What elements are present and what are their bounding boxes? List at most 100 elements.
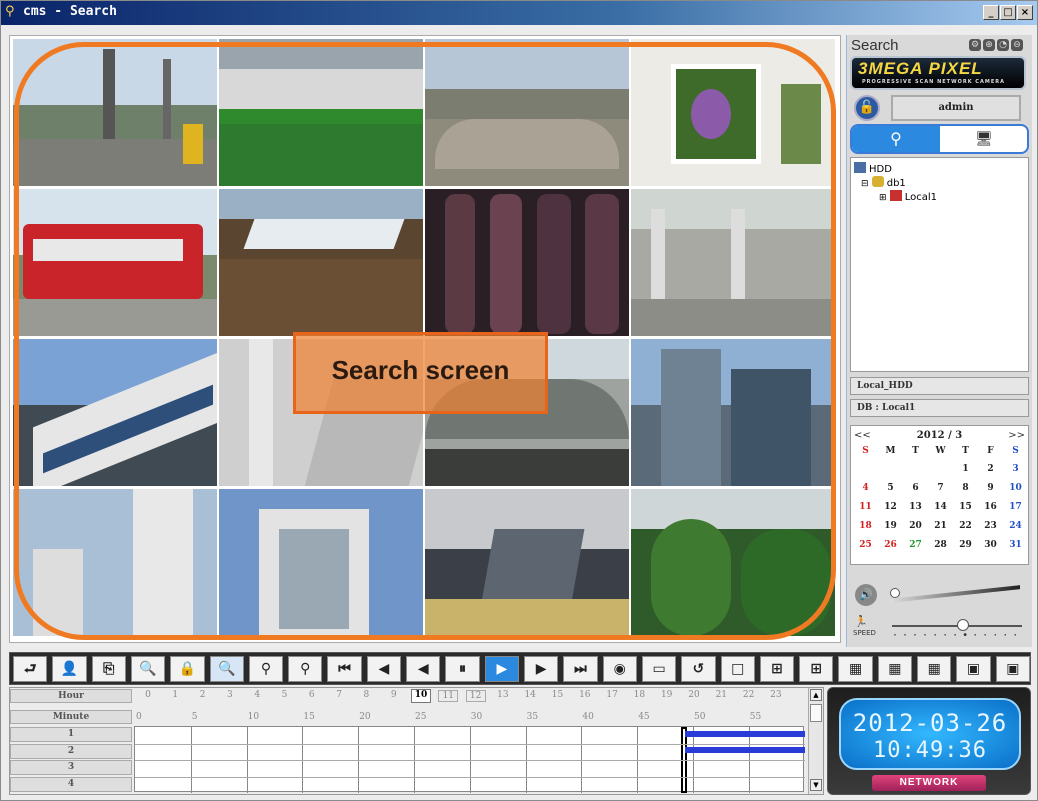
export-button[interactable]: ⮐ [13,656,48,682]
camera-tile[interactable] [631,489,835,636]
scroll-down-icon[interactable]: ▼ [810,779,822,791]
camera-tile[interactable] [13,189,217,336]
camera-tile[interactable] [425,39,629,186]
hour-cell[interactable]: 23 [766,690,786,700]
hour-cell[interactable]: 11 [438,690,459,702]
camera-tile[interactable] [219,39,423,186]
hour-cell[interactable]: 7 [329,690,349,700]
camera-tile[interactable] [13,339,217,486]
hour-cell[interactable]: 20 [684,690,704,700]
volume-slider-handle[interactable] [890,588,900,598]
settings-icon[interactable]: ⚙ [969,39,981,51]
calendar-day[interactable]: 27 [903,540,928,555]
calendar-day[interactable]: 17 [1003,502,1028,517]
close-button[interactable]: × [1017,5,1033,20]
calendar-day[interactable]: 13 [903,502,928,517]
calendar-day[interactable]: 14 [928,502,953,517]
first-frame-button[interactable]: ⏮ [327,656,362,682]
login-lock-button[interactable]: 🔓 [854,95,880,121]
expand-icon[interactable]: ⊞ [879,193,887,203]
calendar-day[interactable]: 20 [903,521,928,536]
refresh-button[interactable]: ↺ [681,656,716,682]
calendar-day[interactable]: 19 [878,521,903,536]
layout-8-button[interactable]: ▦ [917,656,952,682]
calendar-day[interactable]: 6 [903,483,928,498]
calendar-day[interactable]: 10 [1003,483,1028,498]
layout-1-button[interactable]: □ [720,656,755,682]
speaker-icon[interactable]: 🔊 [855,584,877,606]
hour-cell[interactable]: 15 [548,690,568,700]
tree-node-hdd[interactable]: HDD [854,162,892,175]
calendar-day[interactable]: 9 [978,483,1003,498]
minimize-button[interactable]: _ [983,5,999,20]
calendar-day[interactable]: 12 [878,502,903,517]
tree-node-local1[interactable]: ⊞ Local1 [879,190,937,203]
calendar-next-button[interactable]: >> [1008,430,1025,441]
calendar-day[interactable]: 1 [953,464,978,479]
calendar-day[interactable]: 15 [953,502,978,517]
snapshot-button[interactable]: ◉ [602,656,637,682]
camera-tile[interactable] [425,189,629,336]
hour-cell[interactable]: 12 [465,690,486,702]
hour-cell[interactable]: 2 [193,690,213,700]
step-back-button[interactable]: ◀ [366,656,402,682]
camera-tile[interactable] [631,39,835,186]
hour-cell[interactable]: 5 [275,690,295,700]
camera-tile[interactable] [631,339,835,486]
calendar-day[interactable]: 11 [853,502,878,517]
close-panel-icon[interactable]: ⊖ [1011,39,1023,51]
backup-button[interactable]: ⎘ [91,656,126,682]
lock-button[interactable]: 🔒 [170,656,205,682]
maximize-button[interactable]: □ [1000,5,1016,20]
network-button[interactable]: NETWORK [872,775,986,791]
calendar-day[interactable]: 23 [978,521,1003,536]
hour-cell[interactable]: 0 [138,690,158,700]
calendar-day[interactable]: 7 [928,483,953,498]
recording-grid[interactable] [134,726,805,793]
calendar-day[interactable]: 31 [1003,540,1028,555]
hour-cell[interactable]: 3 [220,690,240,700]
layout-6-button[interactable]: ▦ [877,656,913,682]
hour-cell[interactable]: 6 [302,690,322,700]
camera-tile[interactable] [425,489,629,636]
calendar-day[interactable]: 29 [953,540,978,555]
hour-cell[interactable]: 10 [411,689,431,703]
options-icon[interactable]: ⊕ [983,39,995,51]
calendar-day[interactable]: 16 [978,502,1003,517]
hour-cell[interactable]: 18 [629,690,649,700]
pause-button[interactable]: ⏸ [445,656,480,682]
search-db-button[interactable]: 🔍 [130,656,166,682]
volume-track[interactable] [890,585,1020,603]
hour-cell[interactable]: 9 [384,690,404,700]
camera-tile[interactable] [631,189,835,336]
print-button[interactable]: ▭ [641,656,677,682]
calendar-day[interactable]: 30 [978,540,1003,555]
hour-cell[interactable]: 4 [247,690,267,700]
hour-cell[interactable]: 22 [739,690,759,700]
calendar-day[interactable]: 5 [878,483,903,498]
hour-cell[interactable]: 21 [711,690,731,700]
hour-cell[interactable]: 8 [356,690,376,700]
layout-13-button[interactable]: ▣ [995,656,1030,682]
hour-cell[interactable]: 16 [575,690,595,700]
scroll-up-icon[interactable]: ▲ [810,689,822,701]
camera-tile[interactable] [219,489,423,636]
device-tree[interactable]: HDD ⊟ db1 ⊞ Local1 [850,157,1029,372]
layout-9-button[interactable]: ⊞ [799,656,834,682]
video-grid[interactable]: Search screen [9,35,841,643]
calendar-day[interactable]: 18 [853,521,878,536]
search-mode-button[interactable]: 🔍 [209,656,244,682]
camera-tile[interactable] [219,189,423,336]
search-mode-tab[interactable]: ⚲ [852,126,940,152]
calendar-day[interactable]: 26 [878,540,903,555]
layout-16-button[interactable]: ▦ [838,656,873,682]
calendar-day[interactable]: 24 [1003,521,1028,536]
user-button[interactable]: 👤 [52,656,87,682]
play-button[interactable]: ▶ [484,656,519,682]
calendar-day[interactable]: 8 [953,483,978,498]
recording-segment[interactable] [685,731,805,737]
reverse-play-button[interactable]: ◀ [406,656,441,682]
camera-tile[interactable] [13,489,217,636]
calendar-day[interactable]: 25 [853,540,878,555]
hour-cell[interactable]: 14 [520,690,540,700]
